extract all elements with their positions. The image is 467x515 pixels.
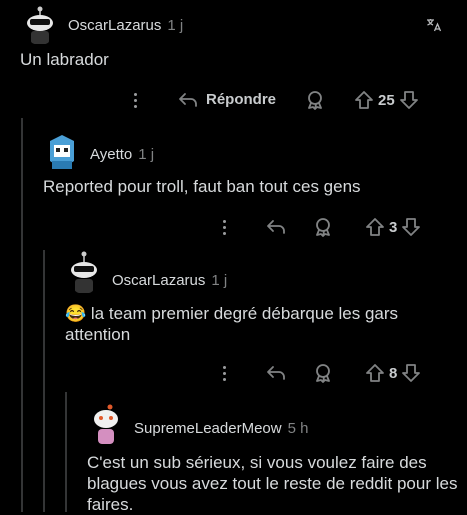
comment-time: 1 j <box>138 146 155 163</box>
comment-author[interactable]: Ayetto 1 j <box>90 146 154 163</box>
author-name[interactable]: SupremeLeaderMeow <box>134 420 282 437</box>
snoo-avatar-icon <box>50 135 74 169</box>
reply-label: Répondre <box>206 91 277 108</box>
award-button[interactable] <box>305 90 325 110</box>
avatar[interactable] <box>44 133 80 173</box>
vote-count: 3 <box>389 218 398 236</box>
comment-text: 😂 la team premier degré débarque les gar… <box>65 303 445 345</box>
comment-time: 5 h <box>287 420 309 437</box>
comment-time: 1 j <box>211 272 228 289</box>
translate-icon[interactable] <box>426 18 442 37</box>
thread-line-2 <box>43 250 45 512</box>
snoo-avatar-icon <box>27 6 53 44</box>
reply-icon <box>179 92 197 107</box>
thread-line-1 <box>21 118 23 512</box>
reply-button[interactable] <box>266 219 286 235</box>
award-icon <box>316 218 330 237</box>
laughing-emoji-icon: 😂 <box>65 304 87 323</box>
more-button[interactable] <box>223 366 226 381</box>
avatar[interactable] <box>66 250 102 294</box>
upvote-icon[interactable] <box>365 363 385 383</box>
downvote-icon[interactable] <box>401 363 421 383</box>
more-icon <box>223 366 226 381</box>
downvote-icon[interactable] <box>401 217 421 237</box>
vote-count: 25 <box>378 91 395 109</box>
comment-text-content: la team premier degré débarque les gars … <box>65 304 399 344</box>
reply-button[interactable]: Répondre <box>178 91 276 108</box>
author-name[interactable]: OscarLazarus <box>68 17 161 34</box>
vote-bar: 3 <box>365 217 421 237</box>
reply-button[interactable] <box>266 365 286 381</box>
more-button[interactable] <box>223 220 226 235</box>
comment-author[interactable]: OscarLazarus 1 j <box>68 17 183 34</box>
downvote-icon[interactable] <box>399 90 419 110</box>
comment-text: Reported pour troll, faut ban tout ces g… <box>43 177 361 196</box>
more-icon <box>134 93 137 108</box>
comment-text: Un labrador <box>20 50 109 69</box>
comment-author[interactable]: SupremeLeaderMeow 5 h <box>134 420 308 437</box>
reply-icon <box>267 220 285 234</box>
author-name[interactable]: OscarLazarus <box>112 272 205 289</box>
comment-text: C'est un sub sérieux, si vous voulez fai… <box>87 453 458 514</box>
comment-author[interactable]: OscarLazarus 1 j <box>112 272 227 289</box>
author-name[interactable]: Ayetto <box>90 146 132 163</box>
vote-bar: 8 <box>365 363 421 383</box>
upvote-icon[interactable] <box>354 90 374 110</box>
more-icon <box>223 220 226 235</box>
more-button[interactable] <box>134 93 137 108</box>
vote-count: 8 <box>389 364 398 382</box>
comment-time: 1 j <box>167 17 184 34</box>
upvote-icon[interactable] <box>365 217 385 237</box>
avatar[interactable] <box>22 5 58 45</box>
snoo-avatar-icon <box>94 404 118 444</box>
award-button[interactable] <box>313 217 333 237</box>
thread-line-3 <box>65 392 67 512</box>
snoo-avatar-icon <box>71 251 97 293</box>
award-icon <box>316 364 330 383</box>
award-icon <box>308 91 322 110</box>
avatar[interactable] <box>88 403 124 445</box>
vote-bar: 25 <box>354 90 419 110</box>
reply-icon <box>267 366 285 380</box>
award-button[interactable] <box>313 363 333 383</box>
